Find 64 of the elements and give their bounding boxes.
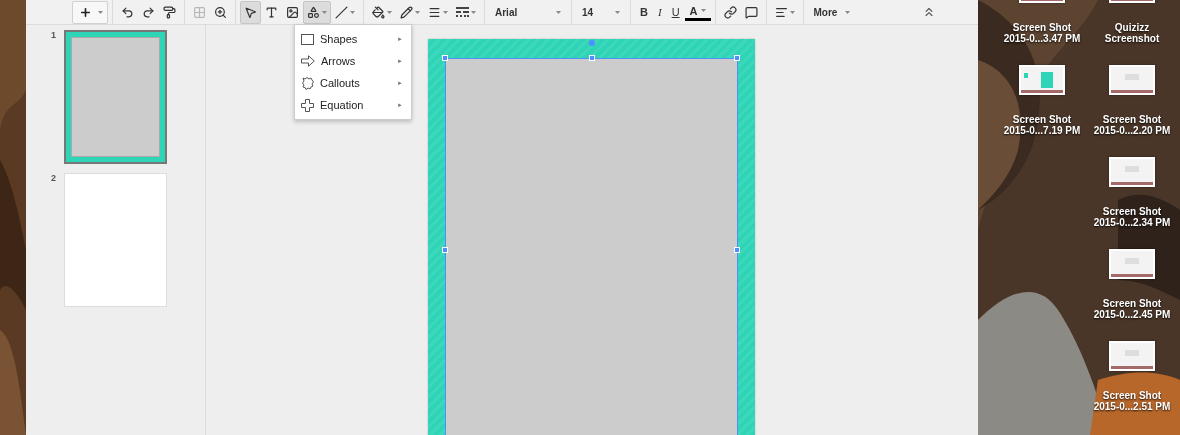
file-label[interactable]: Quizizz Screenshot xyxy=(1104,22,1160,44)
plus-icon xyxy=(79,5,92,19)
caret-icon xyxy=(845,10,851,14)
caret-icon xyxy=(789,10,795,14)
screenshot-thumbnail-icon xyxy=(1111,159,1153,185)
screenshot-thumbnail-icon xyxy=(1111,67,1153,93)
format-button[interactable]: B xyxy=(635,0,653,24)
link-icon xyxy=(723,5,737,19)
new-slide-button[interactable] xyxy=(72,0,108,24)
file-label[interactable]: Screen Shot 2015-0...3.47 PM xyxy=(1003,22,1081,44)
arrow-icon xyxy=(301,55,315,67)
slide-number: 1 xyxy=(51,30,57,40)
format-button[interactable]: I xyxy=(652,0,667,24)
file-label[interactable]: Screen Shot 2015-0...2.20 PM xyxy=(1093,114,1171,136)
comment-icon xyxy=(744,5,758,19)
file-label[interactable]: Screen Shot 2015-0...2.34 PM xyxy=(1093,206,1171,228)
caret-icon xyxy=(615,10,620,14)
dropdown-button[interactable]: Arial xyxy=(489,0,567,24)
align-left-icon xyxy=(774,5,788,19)
resize-handle[interactable] xyxy=(441,55,448,61)
screenshot-thumbnail-icon xyxy=(1021,67,1063,93)
grid-icon xyxy=(193,5,206,19)
format-button[interactable]: A xyxy=(684,3,711,21)
dashed-line-icon xyxy=(456,7,469,17)
resize-handle[interactable] xyxy=(733,247,740,253)
slide-thumbnail[interactable] xyxy=(64,30,167,164)
file-label[interactable]: Screen Shot 2015-0...7.19 PM xyxy=(1003,114,1081,136)
screenshot-thumbnail-icon xyxy=(1111,343,1153,369)
dropdown-button[interactable]: More xyxy=(807,0,857,24)
resize-handle[interactable] xyxy=(588,55,595,61)
shapes-icon xyxy=(307,5,320,19)
toolbar-button[interactable] xyxy=(303,0,331,24)
caret-icon xyxy=(471,10,476,14)
image-icon xyxy=(286,5,299,19)
redo-icon xyxy=(142,5,155,19)
caret-icon xyxy=(387,10,392,14)
undo-icon xyxy=(121,5,134,19)
caret-icon xyxy=(350,10,355,14)
slide-number: 2 xyxy=(51,173,57,183)
pencil-icon xyxy=(400,5,413,19)
format-button[interactable]: U xyxy=(666,0,685,24)
toolbar-button[interactable] xyxy=(240,0,261,24)
text-box-icon xyxy=(265,5,278,19)
screenshot-thumbnail-icon xyxy=(1111,251,1153,277)
caret-icon xyxy=(700,9,706,12)
rotate-handle[interactable] xyxy=(588,40,595,46)
pointer-icon xyxy=(244,5,257,19)
zoom-icon xyxy=(214,5,227,19)
burst-icon xyxy=(301,76,314,90)
file-label[interactable]: Screen Shot 2015-0...2.45 PM xyxy=(1093,298,1171,320)
caret-icon xyxy=(98,10,103,14)
caret-icon xyxy=(322,10,327,14)
resize-handle[interactable] xyxy=(441,247,448,253)
rectangle-icon xyxy=(301,33,314,45)
plus-outline-icon xyxy=(301,98,314,112)
paint-bucket-icon xyxy=(372,5,385,19)
line-icon xyxy=(335,5,348,19)
caret-icon xyxy=(415,10,420,14)
resize-handle[interactable] xyxy=(733,55,740,61)
paint-roller-icon xyxy=(163,5,176,19)
dropdown-button[interactable]: 14 xyxy=(576,0,626,24)
caret-icon xyxy=(556,10,561,14)
line-weight-icon xyxy=(428,5,441,19)
caret-icon xyxy=(443,10,448,14)
